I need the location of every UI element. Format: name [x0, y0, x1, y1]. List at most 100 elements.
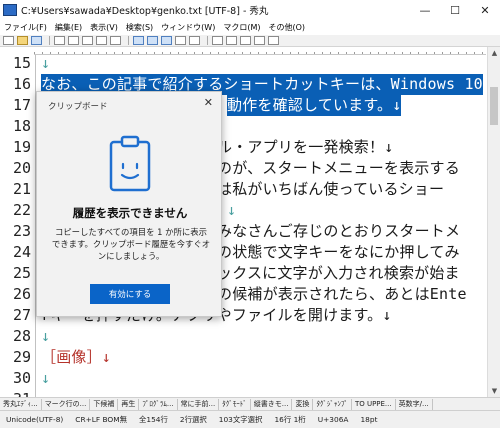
function-key[interactable]: 縦書きモ...: [251, 398, 293, 410]
line-number: 18: [12, 117, 31, 135]
minimize-button[interactable]: —: [410, 0, 440, 20]
search-prev-icon[interactable]: [147, 36, 158, 45]
toolbar-separator: [49, 36, 50, 45]
text-line-selected: 動作を確認しています。↓: [227, 95, 402, 116]
line-number-gutter: 15 16 17 18 19 20 21 22 23 24 25 26 27 2…: [0, 54, 36, 408]
function-key[interactable]: ﾀｸﾞﾓｰﾄﾞ: [219, 398, 251, 410]
line-number: 21: [12, 180, 31, 198]
line-number: 23: [12, 222, 31, 240]
status-font-size[interactable]: 18pt: [354, 415, 383, 424]
text-line: の候補が表示されたら、あとはEnte: [217, 285, 467, 303]
status-line-ending[interactable]: CR+LF BOM無: [69, 414, 133, 425]
scroll-down-icon[interactable]: ▼: [488, 385, 500, 397]
status-encoding[interactable]: Unicode(UTF-8): [0, 415, 69, 424]
line-number: 22: [12, 201, 31, 219]
text-line: ↓: [41, 55, 51, 72]
function-key[interactable]: 英数字/...: [396, 398, 433, 410]
function-key[interactable]: 再生: [118, 398, 140, 410]
settings-icon[interactable]: [268, 36, 279, 45]
text-line-heading: ［画像］↓: [41, 348, 112, 366]
text-line: ックスに文字が入力され検索が始ま: [217, 264, 460, 282]
grep-icon[interactable]: [189, 36, 200, 45]
toolbar-separator: [207, 36, 208, 45]
text-line: の状態で文字キーをなにか押してみ: [217, 243, 460, 261]
clipboard-face-icon: [109, 135, 151, 192]
status-bar: Unicode(UTF-8) CR+LF BOM無 全154行 2行選択 103…: [0, 410, 500, 428]
status-selected-lines: 2行選択: [179, 415, 207, 424]
line-number: 16: [12, 75, 31, 93]
function-key[interactable]: 変換: [292, 398, 314, 410]
clipboard-heading: 履歴を表示できません: [72, 206, 188, 220]
line-number: 30: [12, 369, 31, 387]
paste-icon[interactable]: [82, 36, 93, 45]
line-number: 27: [12, 306, 31, 324]
text-line: ↓: [41, 327, 51, 345]
text-line: は私がいちばん使っているショー: [217, 180, 445, 198]
menu-file[interactable]: ファイル(F): [0, 22, 51, 33]
hidemaru-app-icon: [3, 4, 17, 16]
menu-macro[interactable]: マクロ(M): [219, 22, 264, 33]
print-icon[interactable]: [254, 36, 265, 45]
function-key[interactable]: ﾀｸﾞｼﾞｬﾝﾌﾟ: [313, 398, 352, 410]
function-key[interactable]: 秀丸ｴﾃﾞｨ...: [0, 398, 42, 410]
line-number: 17: [12, 96, 31, 114]
redo-icon[interactable]: [110, 36, 121, 45]
clipboard-description: コピーしたすべての項目を 1 か所に表示できます。クリップボード履歴を今すぐオン…: [51, 227, 211, 261]
search-icon[interactable]: [133, 36, 144, 45]
macro-icon[interactable]: [240, 36, 251, 45]
function-key-bar: 秀丸ｴﾃﾞｨ... マーク行の... 下候補 再生 ﾌﾟﾛｸﾞﾗﾑ... 常に手…: [0, 397, 500, 410]
save-icon[interactable]: [31, 36, 42, 45]
status-selected-chars: 103文字選択: [218, 415, 263, 424]
cut-icon[interactable]: [54, 36, 65, 45]
scrollbar-thumb[interactable]: [490, 87, 498, 125]
clipboard-panel-title: クリップボード: [48, 102, 108, 112]
status-char-code: U+306A: [317, 415, 349, 424]
window-list-icon[interactable]: [212, 36, 223, 45]
text-line: みなさんご存じのとおりスタートメ: [217, 222, 461, 240]
menu-search[interactable]: 検索(S): [122, 22, 157, 33]
copy-icon[interactable]: [68, 36, 79, 45]
maximize-button[interactable]: ☐: [440, 0, 470, 20]
menu-bar: ファイル(F) 編集(E) 表示(V) 検索(S) ウィンドウ(W) マクロ(M…: [0, 20, 500, 35]
line-number: 19: [12, 138, 31, 156]
line-number: 28: [12, 327, 31, 345]
scroll-up-icon[interactable]: ▲: [488, 47, 500, 59]
line-number: 15: [12, 54, 31, 72]
new-file-icon[interactable]: [3, 36, 14, 45]
function-key[interactable]: マーク行の...: [42, 398, 91, 410]
search-next-icon[interactable]: [161, 36, 172, 45]
close-button[interactable]: ✕: [470, 0, 500, 20]
line-number: 26: [12, 285, 31, 303]
function-key[interactable]: TO UPPE...: [352, 398, 396, 410]
menu-other[interactable]: その他(O): [265, 22, 310, 33]
status-cursor-position: 16行 1桁: [274, 415, 306, 424]
function-key[interactable]: 常に手前...: [178, 398, 220, 410]
status-total-lines: 全154行: [139, 415, 168, 424]
clipboard-history-panel: クリップボード ✕ 履歴を表示できません コピーしたすべての項目を 1 か所に表…: [36, 91, 222, 317]
split-window-icon[interactable]: [226, 36, 237, 45]
menu-window[interactable]: ウィンドウ(W): [157, 22, 219, 33]
function-key[interactable]: 下候補: [90, 398, 119, 410]
enable-clipboard-history-button[interactable]: 有効にする: [90, 284, 170, 304]
text-line: ル・アプリを一発検索！↓: [217, 138, 394, 156]
line-number: 24: [12, 243, 31, 261]
text-line: ↓: [227, 201, 237, 219]
vertical-scrollbar[interactable]: ▲ ▼: [487, 47, 500, 397]
menu-edit[interactable]: 編集(E): [51, 22, 86, 33]
line-number: 25: [12, 264, 31, 282]
clipboard-close-icon[interactable]: ✕: [204, 96, 213, 109]
line-number: 20: [12, 159, 31, 177]
line-number: 29: [12, 348, 31, 366]
open-folder-icon[interactable]: [17, 36, 28, 45]
function-key[interactable]: ﾌﾟﾛｸﾞﾗﾑ...: [139, 398, 178, 410]
column-ruler: [34, 47, 486, 55]
text-line: のが、スタートメニューを表示する: [217, 159, 460, 177]
toolbar-separator: [128, 36, 129, 45]
undo-icon[interactable]: [96, 36, 107, 45]
menu-view[interactable]: 表示(V): [86, 22, 122, 33]
replace-icon[interactable]: [175, 36, 186, 45]
toolbar: [0, 35, 500, 47]
window-title: C:¥Users¥sawada¥Desktop¥genko.txt [UTF-8…: [21, 6, 269, 17]
title-bar: C:¥Users¥sawada¥Desktop¥genko.txt [UTF-8…: [0, 0, 500, 20]
text-line: ↓: [41, 369, 51, 387]
